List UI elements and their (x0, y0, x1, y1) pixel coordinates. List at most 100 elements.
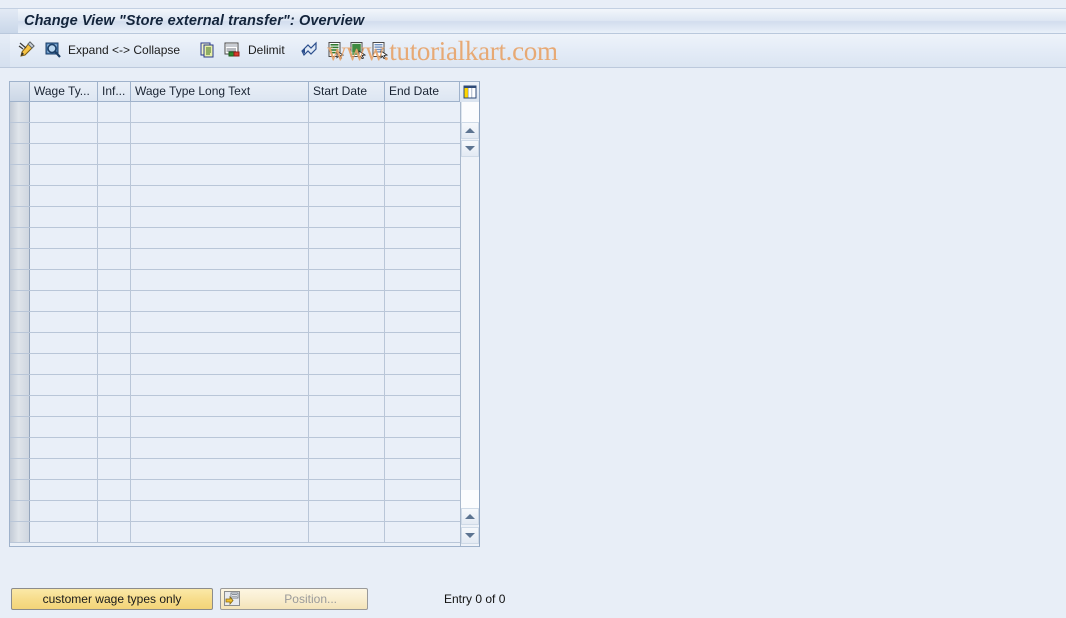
cell-long_text[interactable] (131, 186, 309, 206)
row-selector[interactable] (10, 102, 30, 122)
column-settings-icon[interactable] (459, 82, 479, 102)
table-row[interactable] (10, 123, 461, 144)
table-row[interactable] (10, 270, 461, 291)
cell-end_date[interactable] (385, 123, 461, 143)
cell-end_date[interactable] (385, 270, 461, 290)
cell-long_text[interactable] (131, 102, 309, 122)
cell-wage_type[interactable] (30, 333, 98, 353)
table-row[interactable] (10, 354, 461, 375)
cell-long_text[interactable] (131, 249, 309, 269)
table-row[interactable] (10, 249, 461, 270)
column-header-end-date[interactable]: End Date (385, 82, 461, 101)
cell-end_date[interactable] (385, 102, 461, 122)
cell-long_text[interactable] (131, 459, 309, 479)
scrollbar-track-bottom[interactable] (461, 490, 479, 508)
cell-start_date[interactable] (309, 522, 385, 542)
cell-wage_type[interactable] (30, 144, 98, 164)
cell-wage_type[interactable] (30, 186, 98, 206)
row-selector[interactable] (10, 459, 30, 479)
cell-wage_type[interactable] (30, 354, 98, 374)
cell-wage_type[interactable] (30, 102, 98, 122)
cell-wage_type[interactable] (30, 417, 98, 437)
row-selector[interactable] (10, 207, 30, 227)
table-row[interactable] (10, 438, 461, 459)
cell-wage_type[interactable] (30, 228, 98, 248)
row-selector[interactable] (10, 417, 30, 437)
cell-long_text[interactable] (131, 333, 309, 353)
cell-infotype[interactable] (98, 438, 131, 458)
delimit-button[interactable]: Delimit (248, 43, 285, 57)
cell-long_text[interactable] (131, 270, 309, 290)
cell-infotype[interactable] (98, 102, 131, 122)
cell-infotype[interactable] (98, 459, 131, 479)
row-selector[interactable] (10, 144, 30, 164)
cell-long_text[interactable] (131, 501, 309, 521)
cell-wage_type[interactable] (30, 207, 98, 227)
cell-start_date[interactable] (309, 228, 385, 248)
row-selector[interactable] (10, 354, 30, 374)
cell-start_date[interactable] (309, 186, 385, 206)
display-button[interactable] (42, 39, 64, 63)
cell-infotype[interactable] (98, 144, 131, 164)
cell-wage_type[interactable] (30, 249, 98, 269)
cell-wage_type[interactable] (30, 291, 98, 311)
cell-start_date[interactable] (309, 249, 385, 269)
cell-infotype[interactable] (98, 123, 131, 143)
table-row[interactable] (10, 144, 461, 165)
cell-start_date[interactable] (309, 102, 385, 122)
cell-start_date[interactable] (309, 438, 385, 458)
cell-end_date[interactable] (385, 396, 461, 416)
cell-long_text[interactable] (131, 291, 309, 311)
cell-infotype[interactable] (98, 270, 131, 290)
cell-wage_type[interactable] (30, 438, 98, 458)
cell-wage_type[interactable] (30, 165, 98, 185)
cell-end_date[interactable] (385, 354, 461, 374)
row-selector[interactable] (10, 270, 30, 290)
header-row-selector[interactable] (10, 82, 30, 101)
cell-long_text[interactable] (131, 417, 309, 437)
cell-start_date[interactable] (309, 123, 385, 143)
cell-infotype[interactable] (98, 522, 131, 542)
row-selector[interactable] (10, 165, 30, 185)
row-selector[interactable] (10, 123, 30, 143)
table-row[interactable] (10, 186, 461, 207)
cell-start_date[interactable] (309, 501, 385, 521)
cell-start_date[interactable] (309, 165, 385, 185)
undo-button[interactable] (298, 39, 320, 63)
table-row[interactable] (10, 459, 461, 480)
cell-infotype[interactable] (98, 375, 131, 395)
table-vertical-scrollbar[interactable] (460, 102, 479, 546)
cell-infotype[interactable] (98, 312, 131, 332)
delete-button[interactable] (222, 39, 242, 63)
table-row[interactable] (10, 291, 461, 312)
table-row[interactable] (10, 417, 461, 438)
cell-start_date[interactable] (309, 291, 385, 311)
cell-infotype[interactable] (98, 291, 131, 311)
cell-end_date[interactable] (385, 165, 461, 185)
expand-collapse-button[interactable]: Expand <-> Collapse (68, 43, 180, 57)
row-selector[interactable] (10, 396, 30, 416)
cell-end_date[interactable] (385, 312, 461, 332)
column-header-start-date[interactable]: Start Date (309, 82, 385, 101)
cell-start_date[interactable] (309, 270, 385, 290)
cell-infotype[interactable] (98, 333, 131, 353)
table-row[interactable] (10, 207, 461, 228)
customer-wage-types-only-button[interactable]: customer wage types only (11, 588, 213, 610)
cell-start_date[interactable] (309, 375, 385, 395)
cell-end_date[interactable] (385, 228, 461, 248)
table-row[interactable] (10, 480, 461, 501)
cell-long_text[interactable] (131, 438, 309, 458)
table-row[interactable] (10, 228, 461, 249)
row-selector[interactable] (10, 438, 30, 458)
cell-wage_type[interactable] (30, 501, 98, 521)
cell-start_date[interactable] (309, 396, 385, 416)
scroll-down-button-bottom[interactable] (461, 527, 479, 544)
table-row[interactable] (10, 333, 461, 354)
table-row[interactable] (10, 501, 461, 522)
cell-wage_type[interactable] (30, 123, 98, 143)
cell-end_date[interactable] (385, 186, 461, 206)
cell-infotype[interactable] (98, 501, 131, 521)
table-row[interactable] (10, 102, 461, 123)
cell-infotype[interactable] (98, 417, 131, 437)
cell-wage_type[interactable] (30, 312, 98, 332)
